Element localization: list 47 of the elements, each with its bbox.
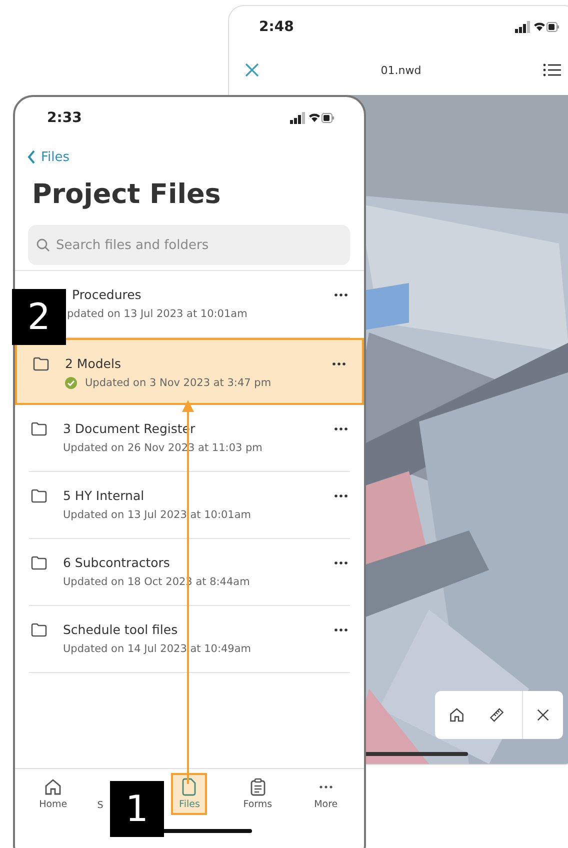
file-icon bbox=[181, 778, 198, 796]
folder-icon bbox=[33, 357, 49, 371]
folder-row[interactable]: 2 Models Updated on 3 Nov 2023 at 3:47 pm bbox=[15, 338, 364, 405]
folder-icon bbox=[31, 422, 47, 436]
folder-icon bbox=[31, 489, 47, 503]
folder-name: 5 HY Internal bbox=[63, 488, 146, 503]
more-icon[interactable] bbox=[334, 293, 348, 297]
updated-date: Updated on 14 Jul 2023 at 10:49am bbox=[63, 643, 252, 655]
folder-name: Schedule tool files bbox=[63, 622, 179, 637]
folder-row[interactable]: 5 HY Internal Updated on 13 Jul 2023 at 10:01am bbox=[29, 472, 350, 539]
file-title: 01.nwd bbox=[380, 64, 422, 76]
list-icon[interactable] bbox=[542, 63, 561, 77]
chevron-left-icon bbox=[27, 150, 36, 164]
status-time: 2:33 bbox=[47, 110, 82, 126]
updated-date: Updated on 13 Jul 2023 at 10:01am bbox=[63, 509, 252, 521]
status-icons bbox=[290, 112, 334, 124]
folder-icon bbox=[31, 556, 47, 570]
folder-name: 2 Models bbox=[65, 356, 122, 371]
tab-item[interactable]: Forms bbox=[240, 773, 276, 815]
folder-name: 6 Subcontractors bbox=[63, 555, 171, 570]
folder-icon bbox=[31, 623, 47, 637]
updated-date: Updated on 3 Nov 2023 at 3:47 pm bbox=[85, 377, 272, 389]
step-number: 1 bbox=[110, 781, 164, 837]
tab-item[interactable]: More bbox=[308, 773, 344, 815]
more-icon[interactable] bbox=[334, 427, 348, 431]
status-icons bbox=[515, 21, 559, 33]
folder-name: Procedures bbox=[72, 287, 142, 302]
home-icon bbox=[44, 778, 62, 796]
tab-item[interactable]: Home bbox=[35, 773, 72, 815]
folder-row[interactable]: Schedule tool files Updated on 14 Jul 2023 at 10:49am bbox=[29, 606, 350, 673]
page-title: Project Files bbox=[32, 178, 222, 212]
search-field[interactable]: Search files and folders bbox=[28, 225, 350, 265]
more-icon[interactable] bbox=[332, 362, 346, 366]
tab-label[interactable]: S bbox=[97, 800, 104, 811]
home-icon[interactable] bbox=[449, 706, 465, 724]
updated-date: pdated on 13 Jul 2023 at 10:01am bbox=[67, 308, 248, 320]
back-link[interactable]: Files bbox=[27, 148, 364, 166]
ruler-icon[interactable] bbox=[488, 706, 504, 724]
more-icon[interactable] bbox=[334, 561, 348, 565]
more-icon[interactable] bbox=[334, 628, 348, 632]
status-time: 2:48 bbox=[259, 19, 294, 35]
more-icon bbox=[318, 785, 333, 789]
search-icon bbox=[36, 238, 50, 252]
clipboard-icon bbox=[250, 778, 266, 796]
step-number: 2 bbox=[12, 289, 66, 345]
close-icon[interactable] bbox=[536, 708, 549, 722]
more-icon[interactable] bbox=[334, 494, 348, 498]
